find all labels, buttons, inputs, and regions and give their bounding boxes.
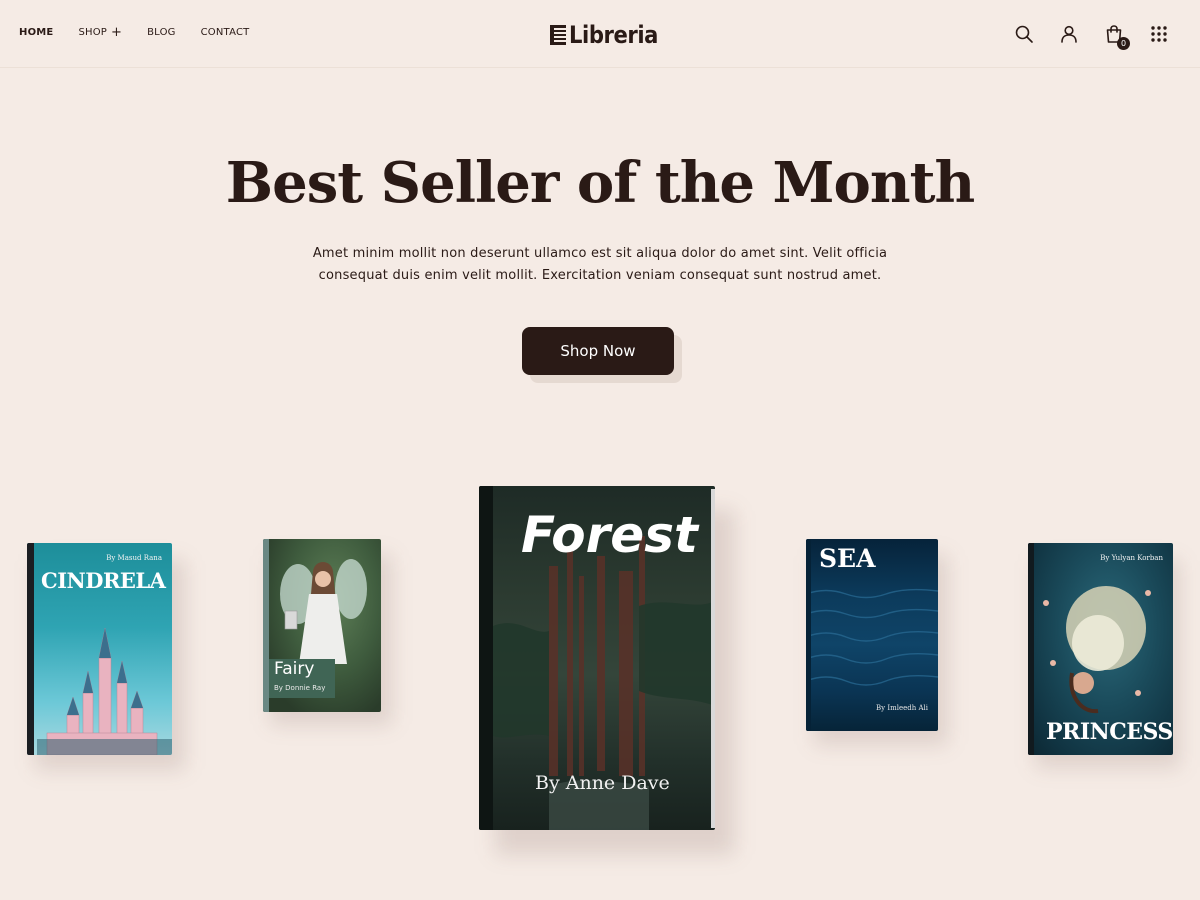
book-author: By Yulyan Korban <box>1100 554 1163 562</box>
book-author: By Donnie Ray <box>274 684 326 692</box>
book-spine <box>1028 543 1034 755</box>
book-spine <box>479 486 493 830</box>
main-nav: HOME SHOP + BLOG CONTACT <box>19 24 274 40</box>
book-page-edge <box>711 489 715 828</box>
nav-contact[interactable]: CONTACT <box>201 27 250 38</box>
site-logo[interactable]: Libreria <box>550 21 670 49</box>
book-title: Fairy <box>274 659 315 679</box>
hero-description: Amet minim mollit non deserunt ullamco e… <box>312 246 888 283</box>
book-title: SEA <box>819 544 876 573</box>
book-fairy[interactable]: Fairy By Donnie Ray <box>263 539 381 712</box>
header-actions: 0 <box>990 23 1170 50</box>
shop-now-button[interactable]: Shop Now <box>522 327 674 375</box>
book-title: PRINCESS <box>1046 719 1173 745</box>
user-icon[interactable] <box>1058 23 1080 45</box>
book-title: CINDRELA <box>41 568 166 593</box>
book-forest[interactable]: Forest By Anne Dave <box>479 486 715 830</box>
book-author: By Masud Rana <box>106 554 162 562</box>
book-author: By Anne Dave <box>535 772 670 794</box>
nav-blog[interactable]: BLOG <box>147 27 176 38</box>
book-cindrela[interactable]: By Masud Rana CINDRELA <box>27 543 172 755</box>
book-spine <box>27 543 34 755</box>
shop-now-wrapper: Shop Now <box>522 327 682 383</box>
book-sea[interactable]: SEA By Imleedh Ali <box>806 539 938 731</box>
plus-icon: + <box>111 24 123 40</box>
search-icon[interactable] <box>1013 23 1035 45</box>
book-spine <box>806 539 811 731</box>
nav-home[interactable]: HOME <box>19 27 53 38</box>
site-header: HOME SHOP + BLOG CONTACT Libreria 0 <box>0 0 1200 68</box>
grid-menu-icon[interactable] <box>1148 23 1170 45</box>
book-princess[interactable]: By Yulyan Korban PRINCESS <box>1028 543 1173 755</box>
book-logo-icon <box>550 25 566 45</box>
book-author: By Imleedh Ali <box>876 704 928 712</box>
nav-shop[interactable]: SHOP + <box>78 24 123 40</box>
book-title: Forest <box>521 506 698 564</box>
nav-shop-label: SHOP <box>78 27 108 38</box>
hero-title: Best Seller of the Month <box>225 150 975 216</box>
shopping-bag-icon[interactable]: 0 <box>1103 23 1130 50</box>
logo-text: Libreria <box>569 21 658 49</box>
cart-count-badge: 0 <box>1117 37 1130 50</box>
